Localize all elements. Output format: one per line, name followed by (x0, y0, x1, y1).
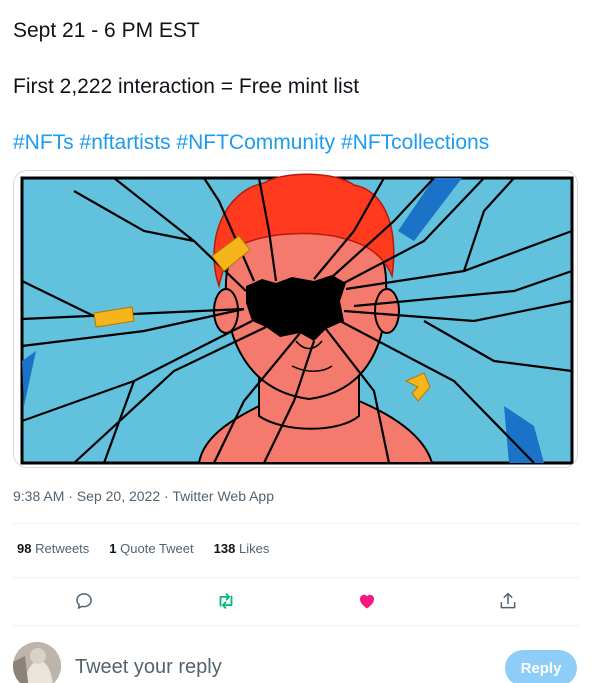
divider (13, 625, 579, 626)
user-avatar-image (13, 642, 61, 683)
separator: · (160, 488, 173, 504)
avatar[interactable] (13, 642, 61, 683)
quote-tweets-stat[interactable]: 1 Quote Tweet (109, 541, 193, 556)
retweet-button[interactable] (211, 586, 241, 616)
reply-button[interactable] (69, 586, 99, 616)
tweet-media-image[interactable] (13, 170, 578, 468)
separator: · (64, 488, 77, 504)
like-button[interactable] (352, 586, 382, 616)
tweet-source[interactable]: Twitter Web App (172, 488, 274, 504)
engagement-stats: 98 Retweets 1 Quote Tweet 138 Likes (17, 541, 289, 556)
shattered-glass-portrait-illustration (14, 171, 577, 467)
share-button[interactable] (493, 586, 523, 616)
retweets-stat[interactable]: 98 Retweets (17, 541, 89, 556)
share-icon (500, 592, 516, 609)
reply-composer: Reply (0, 640, 595, 683)
divider (13, 523, 579, 524)
tweet-time[interactable]: 9:38 AM (13, 488, 64, 504)
tweet-text-line-1: Sept 21 - 6 PM EST (13, 19, 200, 42)
hashtag-link[interactable]: #nftartists (80, 131, 171, 154)
hashtag-row: #NFTs #nftartists #NFTCommunity #NFTcoll… (13, 130, 489, 156)
tweet-action-bar (0, 586, 595, 616)
hashtag-link[interactable]: #NFTcollections (341, 131, 489, 154)
quote-tweets-count: 1 (109, 541, 117, 556)
hashtag-link[interactable]: #NFTCommunity (176, 131, 335, 154)
tweet-metadata: 9:38 AM · Sep 20, 2022 · Twitter Web App (13, 488, 274, 504)
divider (13, 577, 579, 578)
heart-icon (359, 594, 375, 609)
likes-count: 138 (213, 541, 236, 556)
reply-submit-button[interactable]: Reply (505, 650, 577, 683)
reply-input[interactable] (75, 656, 475, 679)
retweets-count: 98 (17, 541, 32, 556)
hashtag-link[interactable]: #NFTs (13, 131, 74, 154)
likes-stat[interactable]: 138 Likes (214, 541, 270, 556)
retweets-label: Retweets (35, 541, 90, 556)
comment-icon (76, 593, 92, 609)
tweet-text-line-2: First 2,222 interaction = Free mint list (13, 75, 360, 98)
likes-label: Likes (238, 541, 270, 556)
tweet-date[interactable]: Sep 20, 2022 (77, 488, 160, 504)
quote-tweets-label: Quote Tweet (120, 541, 194, 556)
retweet-icon (219, 593, 233, 609)
